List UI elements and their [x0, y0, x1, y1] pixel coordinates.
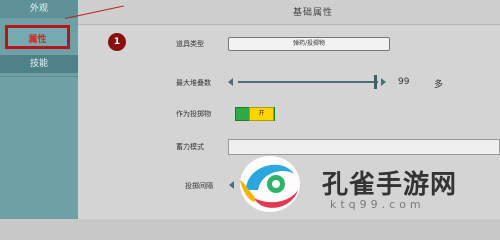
callout-badge: 1: [108, 33, 126, 51]
sidebar-item-attributes[interactable]: 属性: [5, 25, 70, 49]
watermark-subtext: ktq99.com: [330, 198, 425, 211]
charge-mode-label: 蓄力模式: [176, 143, 204, 151]
max-stack-label: 最大堆叠数: [176, 79, 211, 87]
toggle-knob: 开: [249, 107, 274, 121]
throw-interval-label: 投掷间隔: [185, 182, 213, 190]
increase-arrow-icon[interactable]: [381, 78, 386, 86]
item-type-label: 道具类型: [176, 40, 204, 48]
slider-handle[interactable]: [374, 75, 377, 89]
watermark-logo-icon: [240, 156, 300, 212]
max-stack-unit: 多: [434, 80, 444, 90]
sidebar-item-skills[interactable]: 技能: [0, 55, 78, 73]
watermark-text: 孔雀手游网: [322, 170, 458, 200]
throwable-label: 作为投掷物: [176, 110, 211, 118]
max-stack-slider[interactable]: [238, 81, 378, 83]
panel-title: 基础属性: [293, 8, 334, 18]
sidebar-divider: [0, 76, 78, 77]
throwable-toggle[interactable]: 开: [235, 107, 275, 121]
panel-header: 基础属性: [78, 0, 500, 25]
sidebar-item-appearance[interactable]: 外观: [0, 0, 78, 18]
max-stack-value: 99: [398, 77, 410, 87]
item-type-select[interactable]: 弹药/投掷物: [228, 37, 390, 51]
sidebar: 外观 属性 技能: [0, 0, 78, 219]
decrease-arrow-icon[interactable]: [228, 78, 233, 86]
